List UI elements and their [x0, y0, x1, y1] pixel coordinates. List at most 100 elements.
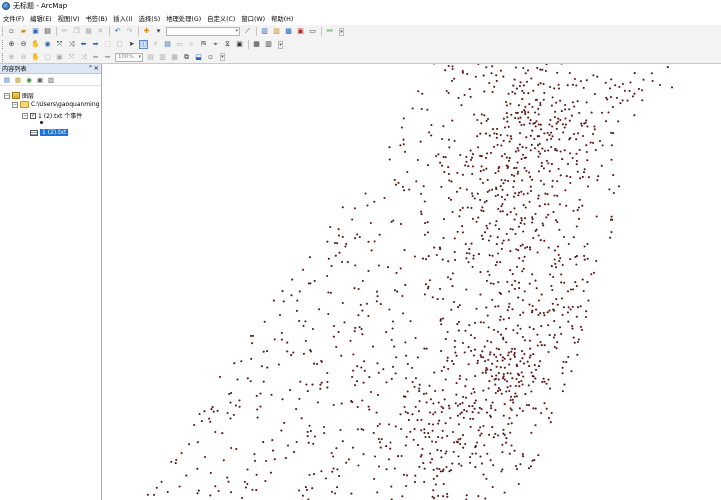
list-by-drawing-order-icon[interactable]: ▤ [3, 76, 11, 84]
toc-row-event-layer[interactable]: − ✓ 1 (2).txt 个事件 [22, 111, 82, 120]
change-layout-icon[interactable]: ▦ [170, 53, 179, 62]
list-by-selection-icon[interactable]: ▣ [36, 76, 44, 84]
undo-icon[interactable]: ↶ [113, 27, 122, 36]
pin-icon[interactable]: ᵖ [89, 64, 92, 71]
find-icon[interactable]: ⌕ [187, 40, 196, 49]
select-arrow-icon[interactable]: ➤ [127, 40, 136, 49]
editor-toolbar-icon[interactable]: ⟋ [243, 27, 252, 36]
list-by-visibility-icon[interactable]: ◉ [25, 76, 33, 84]
layout-zoom-out-icon[interactable]: ⊖ [19, 53, 28, 62]
open-folder-icon[interactable]: ▰ [19, 27, 28, 36]
map-point [390, 220, 393, 223]
map-point [295, 440, 298, 444]
menu-customize[interactable]: 自定义(C) [207, 14, 235, 23]
find-route-icon[interactable]: ⛿ [199, 40, 208, 49]
fixed-zoom-out-layout-icon[interactable]: ⤨ [79, 53, 88, 62]
go-back-icon[interactable]: ⬅ [79, 40, 88, 49]
zoom-in-icon[interactable]: ⊕ [7, 40, 16, 49]
menu-geoprocessing[interactable]: 地理处理(G) [166, 14, 201, 23]
data-driven-pages-icon[interactable]: ⧉ [182, 53, 191, 62]
paste-icon[interactable]: ▦ [84, 27, 93, 36]
add-data-icon[interactable]: ✚ [142, 27, 151, 36]
clear-selection-icon[interactable]: ▢ [115, 40, 124, 49]
layout-extra-icon[interactable]: ▫ [206, 53, 215, 62]
cut-icon[interactable]: ✂ [60, 27, 69, 36]
toc-row-table[interactable]: 1 (2).txt [30, 129, 69, 136]
list-by-source-icon[interactable]: ▦ [14, 76, 22, 84]
identify-icon[interactable]: ⓘ [139, 40, 148, 49]
add-data-dropdown-icon[interactable]: ▾ [154, 27, 163, 36]
menu-windows[interactable]: 窗口(W) [241, 14, 265, 23]
fixed-zoom-in-icon[interactable]: ⤧ [55, 40, 64, 49]
toggle-draft-mode-icon[interactable]: ▤ [146, 53, 155, 62]
map-point [550, 145, 553, 149]
toolbar-grip[interactable] [2, 40, 5, 49]
map-display[interactable] [103, 64, 721, 500]
map-point [427, 432, 430, 435]
toc-options-icon[interactable]: ▥ [47, 76, 55, 84]
menu-help[interactable]: 帮助(H) [271, 14, 293, 23]
focus-data-frame-icon[interactable]: ▥ [158, 53, 167, 62]
fixed-zoom-in-layout-icon[interactable]: ⤧ [67, 53, 76, 62]
map-point [501, 242, 504, 245]
measure-icon[interactable]: ▭ [175, 40, 184, 49]
zoom-out-icon[interactable]: ⊖ [19, 40, 28, 49]
menu-selection[interactable]: 选择(S) [139, 14, 161, 23]
pan-icon[interactable]: ✋ [31, 40, 40, 49]
delete-icon[interactable]: ✕ [96, 27, 105, 36]
export-map-icon[interactable]: ⬓ [194, 53, 203, 62]
fixed-zoom-out-icon[interactable]: ⤨ [67, 40, 76, 49]
layer-visibility-checkbox[interactable]: ✓ [30, 112, 36, 119]
menu-insert[interactable]: 插入(I) [113, 14, 132, 23]
zoom-100-icon[interactable]: ▣ [55, 53, 64, 62]
copy-icon[interactable]: ❐ [72, 27, 81, 36]
redo-icon[interactable]: ↷ [125, 27, 134, 36]
python-window-icon[interactable]: ▭ [308, 27, 317, 36]
menu-view[interactable]: 视图(V) [58, 14, 80, 23]
table-of-contents-icon[interactable]: ▥ [260, 27, 269, 36]
new-document-icon[interactable]: ▫ [7, 27, 16, 36]
toolbar-grip[interactable] [2, 52, 5, 62]
layout-back-icon[interactable]: ⬅ [91, 53, 100, 62]
model-builder-icon[interactable]: ⚯ [325, 27, 334, 36]
map-point [490, 407, 493, 410]
menu-edit[interactable]: 编辑(E) [30, 14, 52, 23]
toc-row-folder[interactable]: − C:\Users\gaoquanming [12, 101, 99, 108]
layout-pan-icon[interactable]: ✋ [31, 53, 40, 62]
html-popup-icon[interactable]: ▤ [163, 40, 172, 49]
menu-file[interactable]: 文件(F) [3, 14, 24, 23]
table-label[interactable]: 1 (2).txt [40, 129, 69, 136]
save-icon[interactable]: ▣ [31, 27, 40, 36]
search-window-icon[interactable]: ▩ [284, 27, 293, 36]
print-icon[interactable]: ▤ [43, 27, 52, 36]
layout-zoom-combo[interactable]: 100% ▾ [115, 52, 143, 62]
go-forward-icon[interactable]: ➡ [91, 40, 100, 49]
map-point [460, 104, 463, 107]
collapse-icon[interactable]: − [12, 101, 18, 108]
swipe-icon[interactable]: ▦ [252, 40, 261, 49]
select-features-icon[interactable]: ⬚ [103, 40, 112, 49]
toc-row-layers[interactable]: − 图层 [4, 91, 34, 100]
point-symbol-icon[interactable] [40, 121, 43, 124]
hyperlink-icon[interactable]: ⚡ [151, 40, 160, 49]
collapse-icon[interactable]: − [22, 112, 28, 119]
toolbar-overflow-icon[interactable]: ▾ [278, 40, 283, 49]
menu-bookmarks[interactable]: 书签(B) [85, 14, 107, 23]
create-viewer-window-icon[interactable]: ▣ [235, 40, 244, 49]
full-extent-icon[interactable]: ◉ [43, 40, 52, 49]
arctoolbox-icon[interactable]: ▣ [296, 27, 305, 36]
time-slider-icon[interactable]: ⧖ [223, 40, 232, 49]
map-scale-combo[interactable]: ▾ [166, 27, 240, 36]
catalog-window-icon[interactable]: ▧ [272, 27, 281, 36]
toolbar-overflow-icon[interactable]: ▾ [339, 27, 344, 36]
layout-forward-icon[interactable]: ➡ [103, 53, 112, 62]
zoom-whole-page-icon[interactable]: ▢ [43, 53, 52, 62]
layout-zoom-in-icon[interactable]: ⊕ [7, 53, 16, 62]
close-icon[interactable]: × [94, 64, 99, 72]
toolbar-overflow-icon[interactable]: ▾ [220, 53, 225, 61]
collapse-icon[interactable]: − [4, 92, 10, 99]
go-to-xy-icon[interactable]: ⌖ [211, 40, 220, 49]
map-point [499, 133, 502, 137]
toolbar-grip[interactable] [2, 27, 5, 36]
flicker-icon[interactable]: ▥ [264, 40, 273, 49]
